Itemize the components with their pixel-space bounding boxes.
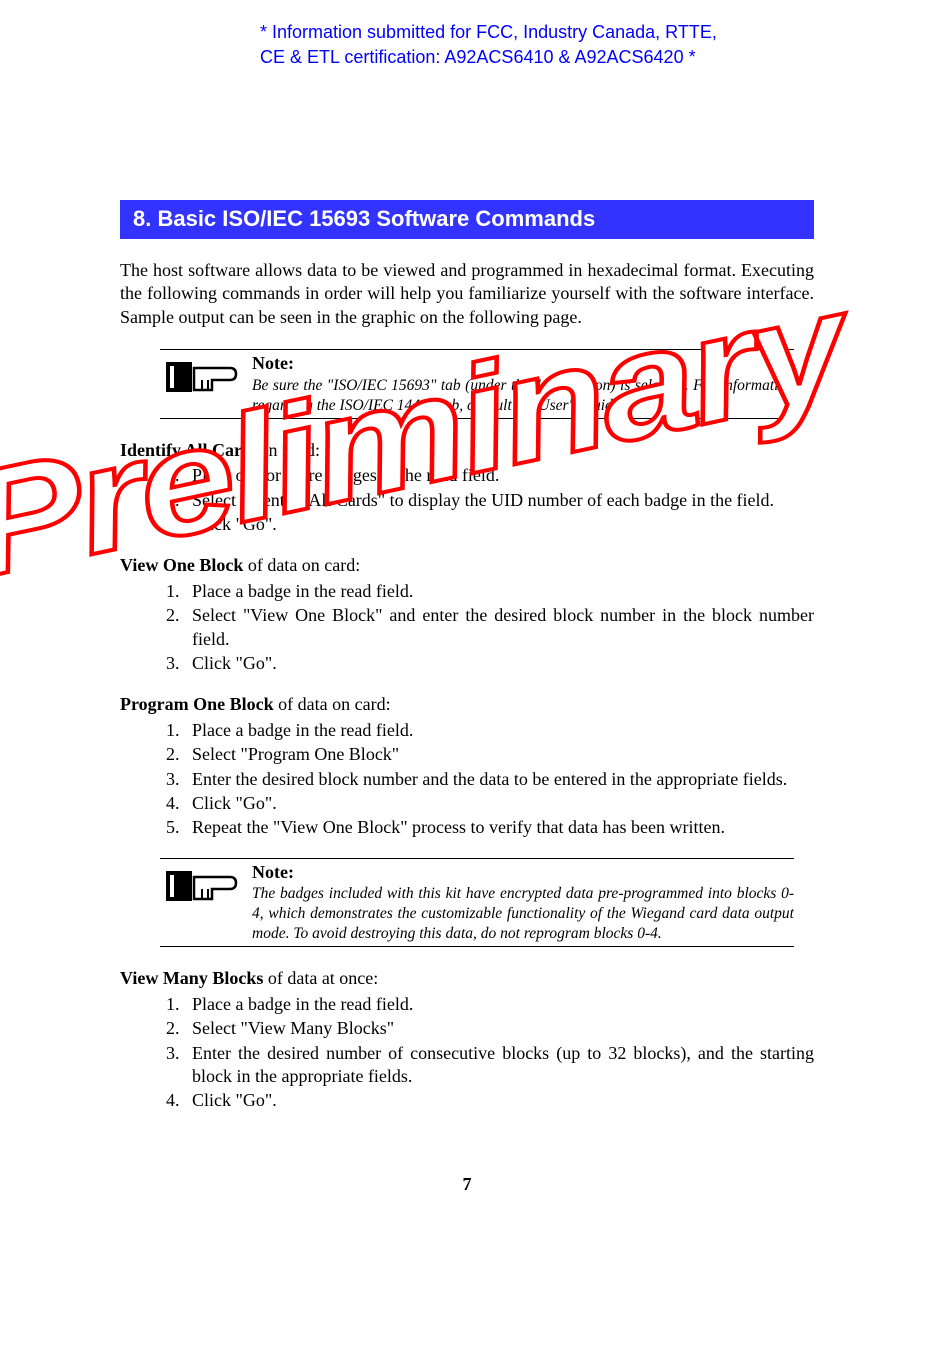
list-item: Place a badge in the read field. bbox=[184, 719, 814, 742]
pointing-hand-icon bbox=[160, 859, 252, 917]
list-item: Click "Go". bbox=[184, 652, 814, 675]
note-label: Note: bbox=[252, 352, 794, 375]
list-item: Select "Identify All Cards" to display t… bbox=[184, 489, 814, 512]
list-item: Enter the desired number of consecutive … bbox=[184, 1042, 814, 1089]
list-item: Repeat the "View One Block" process to v… bbox=[184, 816, 814, 839]
list-item: Place one or more badges in the read fie… bbox=[184, 464, 814, 487]
list-item: Place a badge in the read field. bbox=[184, 580, 814, 603]
list-item: Place a badge in the read field. bbox=[184, 993, 814, 1016]
pointing-hand-icon bbox=[160, 350, 252, 408]
list-item: Click "Go". bbox=[184, 1089, 814, 1112]
program-one-heading: Program One Block of data on card: bbox=[120, 693, 814, 716]
page-number: 7 bbox=[120, 1173, 814, 1196]
list-item: Select "View One Block" and enter the de… bbox=[184, 604, 814, 651]
section-heading: 8. Basic ISO/IEC 15693 Software Commands bbox=[120, 200, 814, 239]
view-one-heading: View One Block of data on card: bbox=[120, 554, 814, 577]
view-one-steps: Place a badge in the read field. Select … bbox=[160, 580, 814, 676]
header-certification-notice: * Information submitted for FCC, Industr… bbox=[260, 20, 734, 70]
identify-steps: Place one or more badges in the read fie… bbox=[160, 464, 814, 536]
note-label: Note: bbox=[252, 861, 794, 884]
view-many-steps: Place a badge in the read field. Select … bbox=[160, 993, 814, 1113]
note-box-1: Note: Be sure the "ISO/IEC 15693" tab (u… bbox=[160, 349, 794, 419]
intro-paragraph: The host software allows data to be view… bbox=[120, 259, 814, 329]
note-box-2: Note: The badges included with this kit … bbox=[160, 858, 794, 948]
list-item: Select "View Many Blocks" bbox=[184, 1017, 814, 1040]
list-item: Click "Go". bbox=[184, 513, 814, 536]
identify-heading: Identify All Cards in field: bbox=[120, 439, 814, 462]
list-item: Click "Go". bbox=[184, 792, 814, 815]
program-one-steps: Place a badge in the read field. Select … bbox=[160, 719, 814, 840]
list-item: Enter the desired block number and the d… bbox=[184, 768, 814, 791]
note-text: Be sure the "ISO/IEC 15693" tab (under t… bbox=[252, 376, 794, 416]
view-many-heading: View Many Blocks of data at once: bbox=[120, 967, 814, 990]
note-text: The badges included with this kit have e… bbox=[252, 884, 794, 944]
list-item: Select "Program One Block" bbox=[184, 743, 814, 766]
